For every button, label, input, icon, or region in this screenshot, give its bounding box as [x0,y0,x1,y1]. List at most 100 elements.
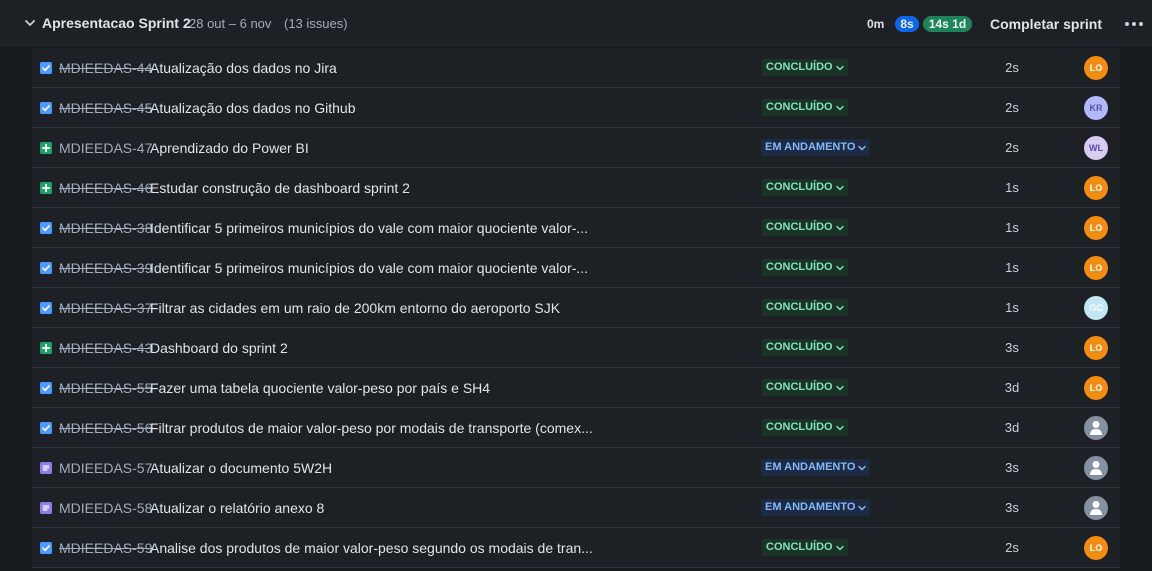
sprint-container: Apresentacao Sprint 2 28 out – 6 nov (13… [0,0,1152,571]
status-dropdown[interactable]: CONCLUÍDO [762,539,848,556]
issue-key[interactable]: MDIEEDAS-39 [59,260,152,276]
issue-summary[interactable]: Filtrar as cidades em um raio de 200km e… [150,300,560,316]
assignee-avatar[interactable]: KR [1084,96,1108,120]
story-points-estimate[interactable]: 1s [1000,180,1024,195]
assignee-avatar[interactable] [1084,456,1108,480]
assignee-avatar[interactable]: LO [1084,256,1108,280]
story-points-estimate[interactable]: 2s [1000,60,1024,75]
assignee-avatar[interactable]: LO [1084,336,1108,360]
avatar-initials: GC [1089,303,1103,313]
issue-summary[interactable]: Identificar 5 primeiros municípios do va… [150,260,588,276]
status-label: CONCLUÍDO [766,101,833,113]
sprint-issue-count: (13 issues) [284,16,348,31]
status-dropdown[interactable]: CONCLUÍDO [762,59,848,76]
issue-row[interactable]: MDIEEDAS-44 Atualização dos dados no Jira… [32,48,1120,88]
story-points-estimate[interactable]: 1s [1000,300,1024,315]
issue-summary[interactable]: Atualizar o relatório anexo 8 [150,500,324,516]
status-dropdown[interactable]: CONCLUÍDO [762,219,848,236]
status-dropdown[interactable]: CONCLUÍDO [762,259,848,276]
chevron-down-icon [835,385,844,391]
story-points-estimate[interactable]: 2s [1000,540,1024,555]
issue-row[interactable]: MDIEEDAS-57 Atualizar o documento 5W2H EM … [32,448,1120,488]
sprint-header[interactable]: Apresentacao Sprint 2 28 out – 6 nov (13… [0,0,1152,47]
assignee-avatar[interactable]: LO [1084,536,1108,560]
issue-key[interactable]: MDIEEDAS-57 [59,460,152,476]
status-dropdown[interactable]: EM ANDAMENTO [761,459,871,476]
story-points-estimate[interactable]: 3s [1000,500,1024,515]
status-dropdown[interactable]: EM ANDAMENTO [761,499,871,516]
story-points-estimate[interactable]: 3d [1000,380,1024,395]
issue-row[interactable]: MDIEEDAS-47 Aprendizado do Power BI EM AND… [32,128,1120,168]
issue-row[interactable]: MDIEEDAS-38 Identificar 5 primeiros munic… [32,208,1120,248]
issue-row[interactable]: MDIEEDAS-43 Dashboard do sprint 2 CONCLUÍD… [32,328,1120,368]
status-label: CONCLUÍDO [766,261,833,273]
issue-summary[interactable]: Estudar construção de dashboard sprint 2 [150,180,410,196]
issue-summary[interactable]: Atualização dos dados no Jira [150,60,337,76]
story-points-estimate[interactable]: 2s [1000,100,1024,115]
issue-row[interactable]: MDIEEDAS-56 Filtrar produtos de maior val… [32,408,1120,448]
chevron-down-icon [858,145,867,151]
status-dropdown[interactable]: CONCLUÍDO [762,379,848,396]
assignee-avatar[interactable] [1084,416,1108,440]
assignee-avatar[interactable]: LO [1084,176,1108,200]
story-points-estimate[interactable]: 3s [1000,340,1024,355]
issue-row[interactable]: MDIEEDAS-55 Fazer uma tabela quociente va… [32,368,1120,408]
issue-key[interactable]: MDIEEDAS-58 [59,500,152,516]
issue-key[interactable]: MDIEEDAS-59 [59,540,152,556]
story-points-estimate[interactable]: 1s [1000,220,1024,235]
story-type-icon [40,142,52,154]
avatar-initials: LO [1089,543,1103,553]
chevron-down-icon [835,265,844,271]
issue-row[interactable]: MDIEEDAS-46 Estudar construção de dashboa… [32,168,1120,208]
issue-summary[interactable]: Aprendizado do Power BI [150,140,309,156]
sprint-name[interactable]: Apresentacao Sprint 2 [42,15,191,31]
issue-key[interactable]: MDIEEDAS-45 [59,100,152,116]
issue-key[interactable]: MDIEEDAS-44 [59,60,152,76]
status-dropdown[interactable]: CONCLUÍDO [762,99,848,116]
issue-key[interactable]: MDIEEDAS-37 [59,300,152,316]
assignee-avatar[interactable]: LO [1084,216,1108,240]
assignee-avatar[interactable]: LO [1084,376,1108,400]
issue-key[interactable]: MDIEEDAS-56 [59,420,152,436]
status-label: CONCLUÍDO [766,381,833,393]
chevron-down-icon [858,465,867,471]
assignee-avatar[interactable]: LO [1084,56,1108,80]
issue-list: MDIEEDAS-44 Atualização dos dados no Jira… [32,48,1120,568]
story-points-estimate[interactable]: 3s [1000,460,1024,475]
issue-summary[interactable]: Filtrar produtos de maior valor-peso por… [150,420,593,436]
complete-sprint-button[interactable]: Completar sprint [984,9,1108,39]
issue-summary[interactable]: Atualização dos dados no Github [150,100,355,116]
issue-key[interactable]: MDIEEDAS-38 [59,220,152,236]
issue-row[interactable]: MDIEEDAS-37 Filtrar as cidades em um raio… [32,288,1120,328]
issue-row[interactable]: MDIEEDAS-45 Atualização dos dados no Gith… [32,88,1120,128]
avatar-initials: LO [1089,63,1103,73]
status-dropdown[interactable]: CONCLUÍDO [762,179,848,196]
avatar-initials: WL [1089,143,1103,153]
more-actions-icon[interactable] [1122,14,1146,34]
assignee-avatar[interactable] [1084,496,1108,520]
issue-key[interactable]: MDIEEDAS-46 [59,180,152,196]
issue-key[interactable]: MDIEEDAS-55 [59,380,152,396]
issue-key[interactable]: MDIEEDAS-47 [59,140,152,156]
status-dropdown[interactable]: CONCLUÍDO [762,419,848,436]
issue-row[interactable]: MDIEEDAS-59 Analise dos produtos de maior… [32,528,1120,568]
issue-row[interactable]: MDIEEDAS-39 Identificar 5 primeiros munic… [32,248,1120,288]
issue-key[interactable]: MDIEEDAS-43 [59,340,152,356]
status-dropdown[interactable]: CONCLUÍDO [762,339,848,356]
issue-summary[interactable]: Dashboard do sprint 2 [150,340,288,356]
story-points-estimate[interactable]: 1s [1000,260,1024,275]
story-points-estimate[interactable]: 3d [1000,420,1024,435]
assignee-avatar[interactable]: GC [1084,296,1108,320]
issue-summary[interactable]: Atualizar o documento 5W2H [150,460,332,476]
issue-summary[interactable]: Fazer uma tabela quociente valor-peso po… [150,380,490,396]
issue-row[interactable]: MDIEEDAS-58 Atualizar o relatório anexo 8… [32,488,1120,528]
issue-summary[interactable]: Analise dos produtos de maior valor-peso… [150,540,593,556]
chevron-down-icon[interactable] [24,17,36,29]
issue-summary[interactable]: Identificar 5 primeiros municípios do va… [150,220,588,236]
status-label: CONCLUÍDO [766,421,833,433]
story-points-estimate[interactable]: 2s [1000,140,1024,155]
status-dropdown[interactable]: CONCLUÍDO [762,299,848,316]
status-label: EM ANDAMENTO [765,141,856,153]
status-dropdown[interactable]: EM ANDAMENTO [761,139,871,156]
assignee-avatar[interactable]: WL [1084,136,1108,160]
